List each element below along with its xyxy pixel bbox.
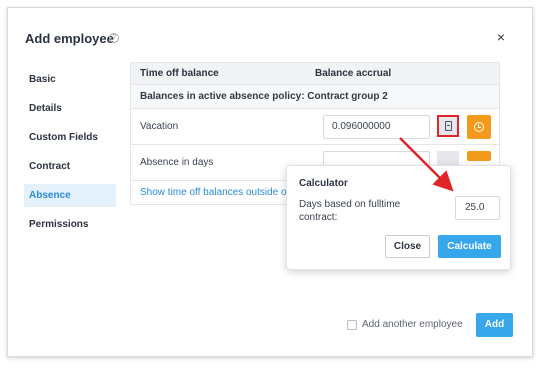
sidebar-item-custom-fields[interactable]: Custom Fields (24, 126, 116, 149)
help-icon[interactable]: ? (109, 33, 119, 43)
table-header: Time off balance Balance accrual (131, 63, 499, 85)
sidebar-item-details[interactable]: Details (24, 97, 116, 120)
dialog-title: Add employee (25, 31, 114, 46)
vacation-accrual-input[interactable]: 0.096000000 (323, 115, 430, 139)
header-time-off-balance: Time off balance (140, 68, 219, 79)
table-row: Vacation 0.096000000 (131, 109, 499, 145)
clock-icon (474, 122, 484, 132)
add-another-checkbox[interactable] (347, 320, 357, 330)
close-button[interactable]: Close (385, 235, 430, 258)
add-button[interactable]: Add (476, 313, 513, 337)
close-icon[interactable]: × (494, 30, 508, 44)
calculate-button[interactable]: Calculate (438, 235, 501, 258)
policy-group-row: Balances in active absence policy: Contr… (131, 85, 499, 109)
row-label-vacation: Vacation (140, 121, 179, 132)
calculator-popover: Calculator Days based on fulltime contra… (286, 165, 511, 270)
calculator-button[interactable] (437, 115, 459, 137)
calculator-icon (445, 121, 452, 131)
fulltime-days-input[interactable]: 25.0 (455, 196, 500, 220)
accrual-history-button[interactable] (467, 151, 491, 161)
sidebar-nav: Basic Details Custom Fields Contract Abs… (24, 68, 116, 242)
sidebar-item-contract[interactable]: Contract (24, 155, 116, 178)
add-another-label: Add another employee (362, 319, 463, 330)
calculator-title: Calculator (299, 178, 348, 189)
fulltime-days-label: Days based on fulltime contract: (299, 199, 401, 223)
sidebar-item-absence[interactable]: Absence (24, 184, 116, 207)
header-balance-accrual: Balance accrual (315, 68, 392, 79)
accrual-history-button[interactable] (467, 115, 491, 139)
row-label-absence-in-days: Absence in days (140, 157, 214, 168)
sidebar-item-basic[interactable]: Basic (24, 68, 116, 91)
sidebar-item-permissions[interactable]: Permissions (24, 213, 116, 236)
